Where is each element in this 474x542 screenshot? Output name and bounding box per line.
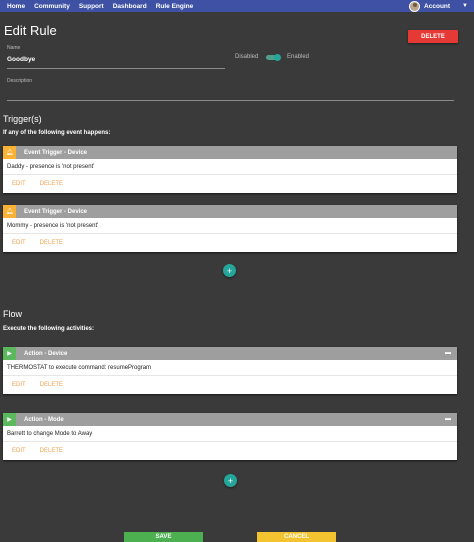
account-label: Account xyxy=(424,2,451,10)
card-header: 🔔︎ Event Trigger - Device xyxy=(3,205,457,218)
trigger-card: 🔔︎ Event Trigger - Device Mommy - presen… xyxy=(3,205,457,252)
top-navbar: Home Community Support Dashboard Rule En… xyxy=(0,0,474,12)
trigger-card: 🔔︎ Event Trigger - Device Daddy - presen… xyxy=(3,146,457,193)
name-label: Name xyxy=(7,45,21,51)
nav-support[interactable]: Support xyxy=(79,3,104,10)
card-title: Action - Device xyxy=(24,350,68,357)
flow-subtitle: Execute the following activities: xyxy=(3,326,95,332)
plus-icon: + xyxy=(227,475,234,486)
card-body: Barrett to change Mode to Away xyxy=(3,426,457,442)
bell-icon: 🔔︎ xyxy=(3,205,16,218)
card-title: Event Trigger - Device xyxy=(24,149,88,156)
save-button[interactable]: SAVE xyxy=(124,532,203,542)
play-icon: ▶ xyxy=(3,413,16,426)
cancel-button[interactable]: CANCEL xyxy=(257,532,336,542)
edit-trigger-link[interactable]: EDIT xyxy=(12,181,26,187)
nav-dashboard[interactable]: Dashboard xyxy=(113,3,147,10)
card-header: ▶ Action - Device ▬ xyxy=(3,347,457,360)
minimize-icon[interactable]: ▬ xyxy=(445,416,451,422)
card-body: Daddy - presence is 'not present' xyxy=(3,159,457,175)
avatar xyxy=(409,0,421,12)
card-body: Mommy - presence is 'not present' xyxy=(3,218,457,234)
card-header: ▶ Action - Mode ▬ xyxy=(3,413,457,426)
action-card: ▶ Action - Device ▬ THERMOSTAT to execut… xyxy=(3,347,457,394)
edit-action-link[interactable]: EDIT xyxy=(12,382,26,388)
card-actions: EDIT DELETE xyxy=(3,376,457,394)
card-actions: EDIT DELETE xyxy=(3,442,457,460)
add-action-button[interactable]: + xyxy=(224,474,237,487)
plus-icon: + xyxy=(226,265,233,276)
card-title: Event Trigger - Device xyxy=(24,208,88,215)
account-menu[interactable]: Account ▼ xyxy=(409,0,468,12)
caret-down-icon: ▼ xyxy=(462,3,468,9)
nav-home[interactable]: Home xyxy=(7,3,25,10)
delete-trigger-link[interactable]: DELETE xyxy=(40,240,63,246)
edit-trigger-link[interactable]: EDIT xyxy=(12,240,26,246)
name-underline xyxy=(7,68,225,69)
page-title: Edit Rule xyxy=(4,23,57,38)
toggle-enabled-label: Enabled xyxy=(287,54,310,60)
description-underline xyxy=(7,100,454,101)
triggers-section-title: Trigger(s) xyxy=(3,114,42,124)
minimize-icon[interactable]: ▬ xyxy=(445,350,451,356)
card-actions: EDIT DELETE xyxy=(3,175,457,193)
flow-section-title: Flow xyxy=(3,309,23,319)
card-actions: EDIT DELETE xyxy=(3,234,457,252)
action-card: ▶ Action - Mode ▬ Barrett to change Mode… xyxy=(3,413,457,460)
delete-rule-button[interactable]: DELETE xyxy=(408,30,458,43)
delete-action-link[interactable]: DELETE xyxy=(40,382,63,388)
delete-action-link[interactable]: DELETE xyxy=(40,448,63,454)
delete-trigger-link[interactable]: DELETE xyxy=(40,181,63,187)
nav-rule-engine[interactable]: Rule Engine xyxy=(156,3,194,10)
card-title: Action - Mode xyxy=(24,416,64,423)
toggle-disabled-label: Disabled xyxy=(235,54,259,60)
card-body: THERMOSTAT to execute command: resumePro… xyxy=(3,360,457,376)
description-label: Description xyxy=(7,78,33,84)
edit-action-link[interactable]: EDIT xyxy=(12,448,26,454)
bell-icon: 🔔︎ xyxy=(3,146,16,159)
triggers-subtitle: If any of the following event happens: xyxy=(3,130,111,136)
name-input[interactable]: Goodbye xyxy=(7,56,35,63)
play-icon: ▶ xyxy=(3,347,16,360)
card-header: 🔔︎ Event Trigger - Device xyxy=(3,146,457,159)
nav-community[interactable]: Community xyxy=(34,3,70,10)
enabled-toggle-knob[interactable] xyxy=(274,54,281,61)
add-trigger-button[interactable]: + xyxy=(223,264,236,277)
